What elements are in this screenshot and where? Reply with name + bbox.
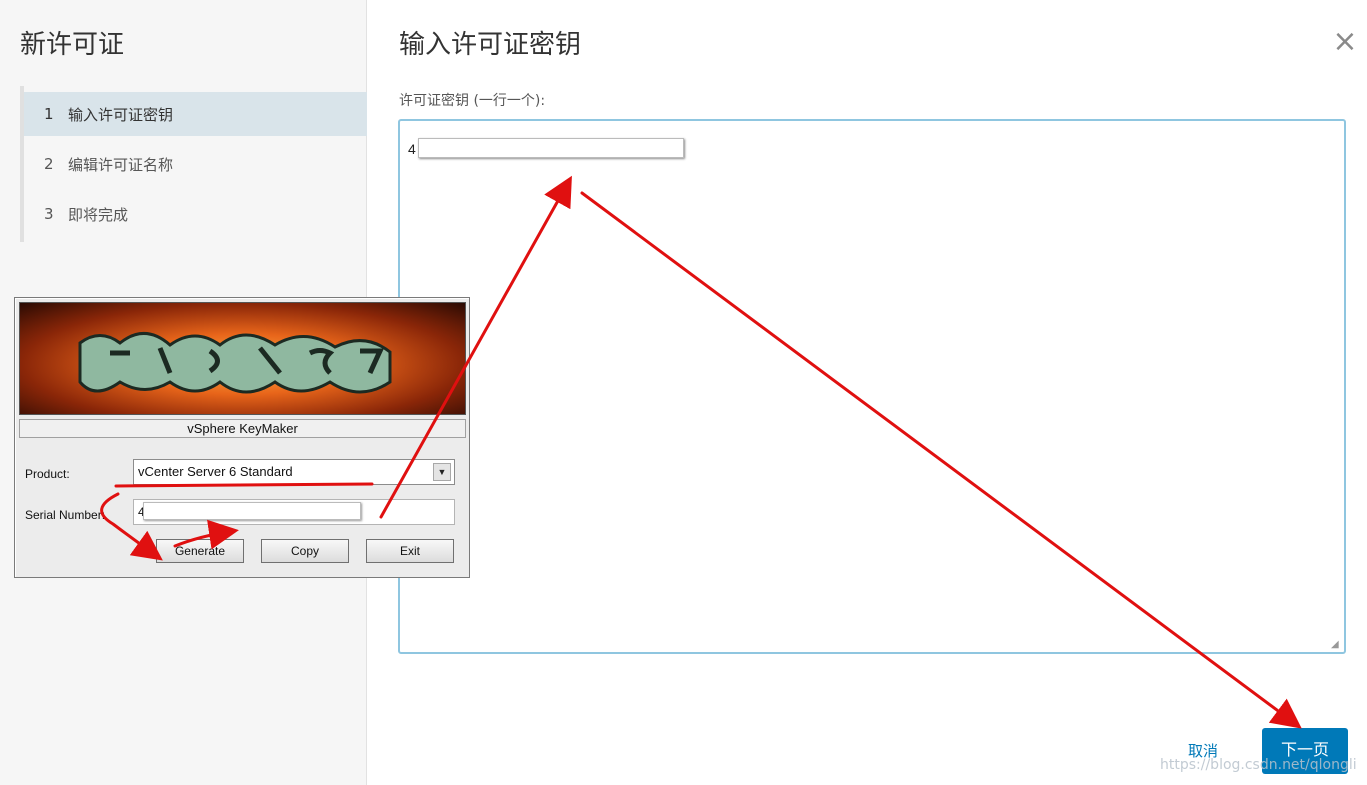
watermark: https://blog.csdn.net/qlongli	[1160, 757, 1357, 773]
step-enter-license-key[interactable]: 1 输入许可证密钥	[24, 92, 367, 136]
license-key-label: 许可证密钥 (一行一个):	[399, 93, 546, 109]
step-number: 3	[44, 205, 54, 223]
keymaker-window: vSphere KeyMaker Product: vCenter Server…	[14, 297, 470, 578]
close-icon[interactable]: ×	[1331, 27, 1359, 57]
step-number: 2	[44, 155, 54, 173]
chevron-down-icon[interactable]: ▼	[433, 463, 451, 481]
step-edit-license-name[interactable]: 2 编辑许可证名称	[24, 142, 367, 186]
step-label: 即将完成	[68, 205, 129, 224]
page-title: 输入许可证密钥	[399, 30, 582, 60]
license-key-prefix: 4	[408, 141, 416, 157]
step-label: 编辑许可证名称	[68, 155, 174, 174]
step-number: 1	[44, 105, 54, 123]
exit-button[interactable]: Exit	[366, 539, 454, 563]
wizard-title: 新许可证	[20, 30, 125, 60]
serial-redaction-box	[143, 502, 361, 520]
product-label: Product:	[25, 467, 70, 481]
step-label: 输入许可证密钥	[68, 105, 174, 124]
license-key-textarea[interactable]: 4	[398, 119, 1346, 654]
step-ready-to-complete[interactable]: 3 即将完成	[24, 192, 367, 236]
license-key-value: 4	[408, 141, 416, 157]
wizard-steps: 1 输入许可证密钥 2 编辑许可证名称 3 即将完成	[20, 86, 367, 242]
resize-handle-icon[interactable]: ◢	[1331, 640, 1343, 652]
product-selected-value: vCenter Server 6 Standard	[138, 464, 293, 479]
keymaker-title: vSphere KeyMaker	[19, 419, 466, 438]
generate-button[interactable]: Generate	[156, 539, 244, 563]
product-dropdown[interactable]: vCenter Server 6 Standard ▼	[133, 459, 455, 485]
graffiti-logo-icon	[19, 302, 466, 415]
copy-button[interactable]: Copy	[261, 539, 349, 563]
redaction-box	[418, 138, 684, 158]
serial-number-label: Serial Number:	[25, 508, 106, 522]
